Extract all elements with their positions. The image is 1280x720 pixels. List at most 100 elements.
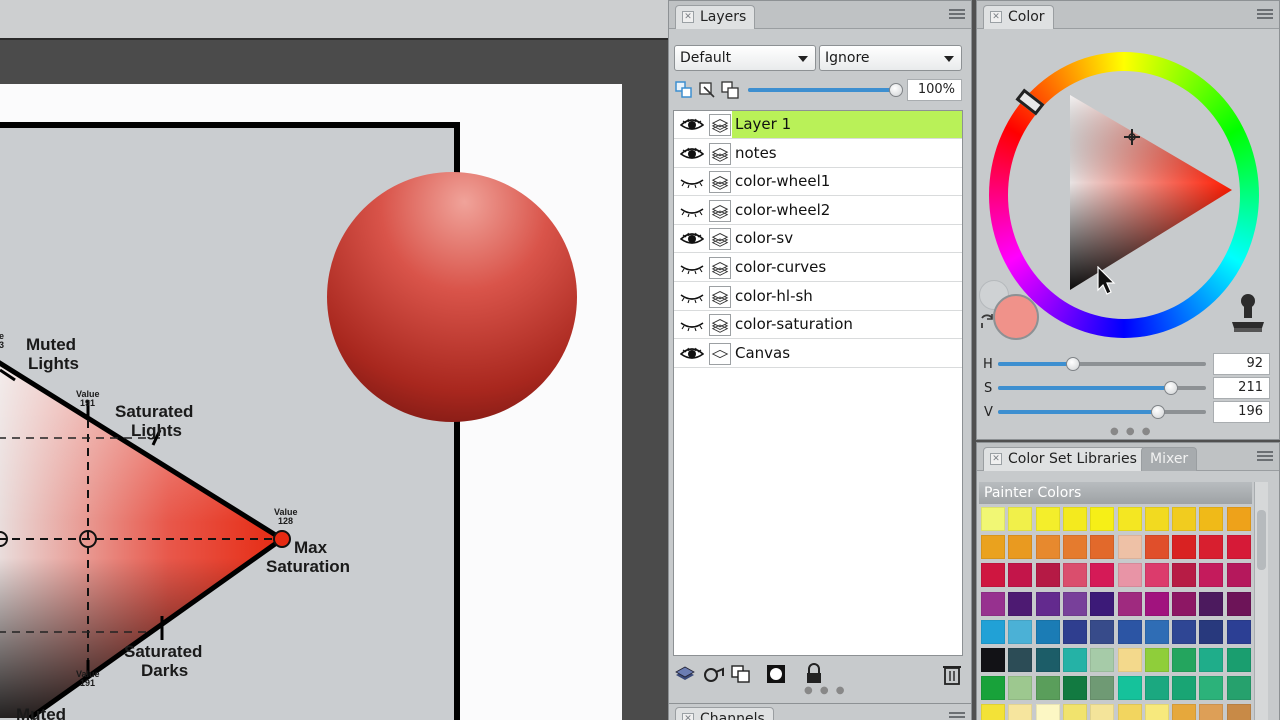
color-swatch[interactable] (1226, 507, 1251, 531)
tab-color-set-libraries[interactable]: ✕ Color Set Libraries (983, 447, 1146, 471)
color-swatch[interactable] (1008, 563, 1033, 588)
color-swatch[interactable] (1226, 535, 1251, 560)
layer-name[interactable]: color-wheel2 (732, 197, 962, 224)
close-icon[interactable]: ✕ (990, 453, 1002, 465)
color-swatch[interactable] (1226, 676, 1251, 701)
layer-row[interactable]: color-saturation (674, 311, 962, 340)
tab-layers[interactable]: ✕ Layers (675, 5, 756, 29)
color-swatch[interactable] (1226, 563, 1251, 588)
swap-colors-icon[interactable] (978, 312, 996, 330)
color-swatch[interactable] (1117, 563, 1142, 588)
color-swatch[interactable] (1172, 676, 1197, 701)
eye-closed-icon[interactable] (680, 203, 704, 219)
scrollbar-thumb[interactable] (1257, 510, 1266, 570)
document-artwork[interactable]: Muted Lights Saturated Lights Max Satura… (0, 84, 622, 720)
layer-row[interactable]: color-curves (674, 254, 962, 282)
hue-slider[interactable] (998, 357, 1206, 371)
color-swatch[interactable] (1035, 648, 1060, 672)
color-swatch[interactable] (1117, 591, 1142, 616)
color-swatch[interactable] (1008, 676, 1033, 701)
color-swatch[interactable] (1035, 676, 1060, 701)
hue-slider-thumb[interactable] (1066, 357, 1080, 371)
eye-open-icon[interactable] (679, 117, 705, 133)
layer-row[interactable]: Layer 1 (674, 111, 962, 139)
color-swatch[interactable] (1090, 563, 1115, 588)
lock-layer-transparency-icon[interactable] (720, 80, 740, 100)
pick-up-underlying-color-icon[interactable] (697, 80, 717, 100)
color-swatch[interactable] (1090, 676, 1115, 701)
color-swatch[interactable] (981, 619, 1005, 644)
color-swatch[interactable] (1062, 704, 1087, 720)
color-swatch[interactable] (1035, 563, 1060, 588)
color-swatch[interactable] (1144, 507, 1169, 531)
color-swatch[interactable] (1090, 507, 1115, 531)
eye-closed-icon[interactable] (680, 289, 704, 305)
color-swatch[interactable] (981, 535, 1005, 560)
layer-name[interactable]: color-saturation (732, 311, 962, 338)
layer-name[interactable]: Layer 1 (732, 111, 962, 138)
color-swatch[interactable] (981, 676, 1005, 701)
color-swatch[interactable] (1172, 563, 1197, 588)
layer-row[interactable]: Canvas (674, 340, 962, 368)
eye-open-icon[interactable] (679, 346, 705, 362)
color-set-scrollbar[interactable] (1254, 482, 1268, 720)
color-swatch[interactable] (1062, 535, 1087, 560)
color-swatch[interactable] (1090, 619, 1115, 644)
resize-grip-icon[interactable]: ● ● ● (804, 685, 847, 696)
value-slider[interactable] (998, 405, 1206, 419)
color-swatch[interactable] (1226, 648, 1251, 672)
color-swatch[interactable] (1144, 676, 1169, 701)
tab-channels[interactable]: ✕ Channels (675, 707, 774, 720)
layer-name[interactable]: notes (732, 140, 962, 167)
color-swatch[interactable] (1035, 535, 1060, 560)
color-swatch[interactable] (1226, 591, 1251, 616)
preserve-transparency-icon[interactable] (674, 80, 694, 100)
color-swatch[interactable] (1117, 704, 1142, 720)
eye-closed-icon[interactable] (680, 317, 704, 333)
main-color-swatch[interactable] (993, 294, 1039, 340)
color-swatch[interactable] (1035, 704, 1060, 720)
value-slider-thumb[interactable] (1151, 405, 1165, 419)
saturation-slider-thumb[interactable] (1164, 381, 1178, 395)
color-swatch[interactable] (981, 507, 1005, 531)
color-swatch[interactable] (981, 648, 1005, 672)
color-swatch[interactable] (1035, 507, 1060, 531)
tab-mixer[interactable]: Mixer (1141, 447, 1198, 471)
color-swatch[interactable] (1226, 704, 1251, 720)
color-swatch[interactable] (1199, 535, 1224, 560)
layer-row[interactable]: color-wheel2 (674, 197, 962, 225)
color-swatch[interactable] (1090, 648, 1115, 672)
color-swatch[interactable] (1199, 591, 1224, 616)
color-swatch[interactable] (1199, 507, 1224, 531)
color-swatch[interactable] (1117, 648, 1142, 672)
panel-menu-icon[interactable] (949, 9, 965, 23)
value-value[interactable]: 196 (1213, 401, 1270, 423)
layer-row[interactable]: color-sv (674, 225, 962, 254)
panel-menu-icon[interactable] (1257, 451, 1273, 465)
dynamic-plugins-icon[interactable] (702, 664, 724, 684)
color-swatch[interactable] (1062, 619, 1087, 644)
opacity-value[interactable]: 100% (907, 79, 962, 101)
color-swatch[interactable] (1199, 648, 1224, 672)
color-swatch[interactable] (1062, 648, 1087, 672)
library-name-header[interactable]: Painter Colors (979, 482, 1252, 504)
color-swatch[interactable] (1062, 676, 1087, 701)
layer-row[interactable]: color-hl-sh (674, 283, 962, 311)
color-swatch[interactable] (1144, 648, 1169, 672)
eye-closed-icon[interactable] (680, 260, 704, 276)
color-swatch[interactable] (1172, 507, 1197, 531)
color-swatch[interactable] (1062, 507, 1087, 531)
color-swatch[interactable] (1144, 704, 1169, 720)
color-swatch[interactable] (1062, 563, 1087, 588)
saturation-value-triangle[interactable] (1060, 90, 1240, 300)
color-swatch[interactable] (1117, 676, 1142, 701)
color-swatch[interactable] (1008, 535, 1033, 560)
tab-color[interactable]: ✕ Color (983, 5, 1054, 29)
opacity-slider-thumb[interactable] (889, 83, 903, 97)
color-swatch[interactable] (1035, 591, 1060, 616)
color-swatch[interactable] (1117, 507, 1142, 531)
layer-name[interactable]: Canvas (732, 340, 962, 367)
color-swatch[interactable] (981, 563, 1005, 588)
color-swatch[interactable] (1172, 704, 1197, 720)
color-swatch[interactable] (1008, 591, 1033, 616)
